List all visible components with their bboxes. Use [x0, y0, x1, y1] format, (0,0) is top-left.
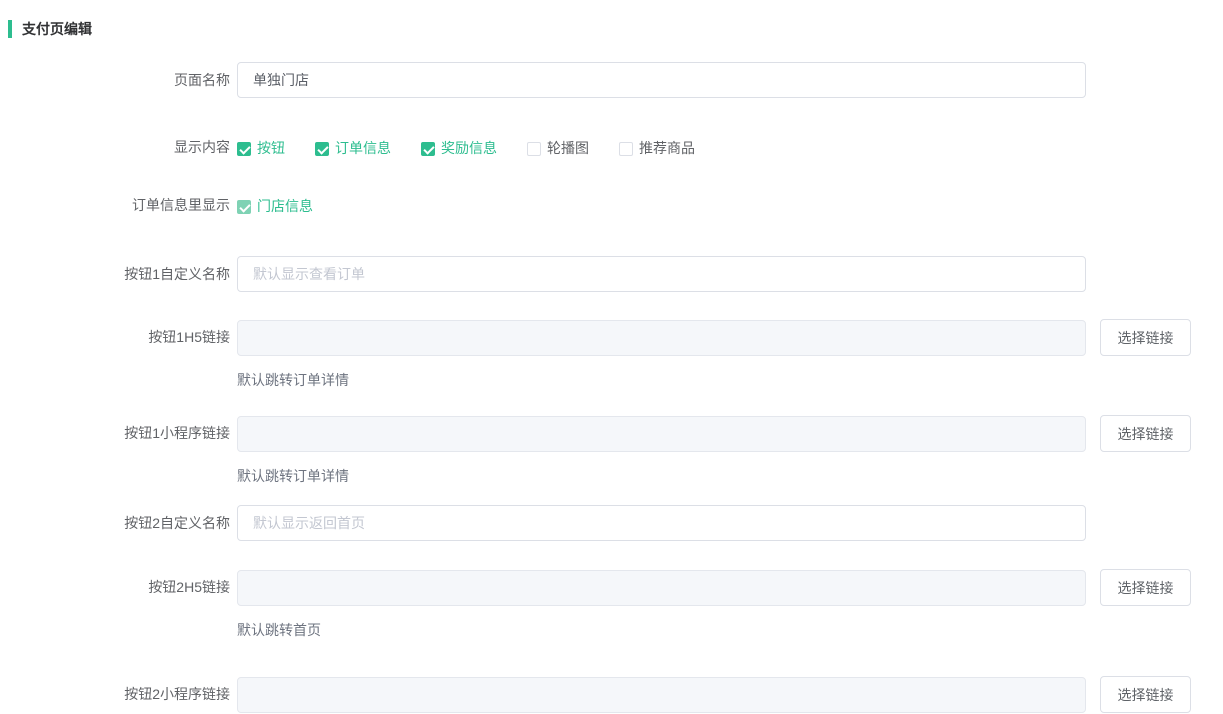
- btn1-mini-link-input: [237, 416, 1086, 452]
- btn2-mini-link-input: [237, 677, 1086, 713]
- form-row-page-name: 页面名称: [0, 62, 1223, 98]
- btn1-mini-link-field: 选择链接 默认跳转订单详情: [237, 415, 1191, 486]
- btn2-h5-link-input: [237, 570, 1086, 606]
- btn2-mini-link-label: 按钮2小程序链接: [0, 676, 230, 712]
- btn1-mini-link-label: 按钮1小程序链接: [0, 415, 230, 451]
- checkbox-icon: [237, 200, 251, 214]
- checkbox-icon: [315, 142, 329, 156]
- btn2-h5-link-helper: 默认跳转首页: [237, 620, 1191, 640]
- checkbox-recommended-products[interactable]: 推荐商品: [619, 139, 695, 158]
- checkbox-icon: [619, 142, 633, 156]
- btn1-mini-select-link-button[interactable]: 选择链接: [1100, 415, 1191, 452]
- payment-page-edit-form: 页面名称 显示内容 按钮 订单信息 奖励信息: [0, 62, 1223, 713]
- checkbox-button[interactable]: 按钮: [237, 139, 285, 158]
- checkbox-icon: [527, 142, 541, 156]
- btn2-mini-link-field: 选择链接: [237, 676, 1191, 713]
- btn2-custom-name-label: 按钮2自定义名称: [0, 505, 230, 541]
- checkbox-label: 奖励信息: [441, 139, 497, 158]
- btn2-mini-select-link-button[interactable]: 选择链接: [1100, 676, 1191, 713]
- order-info-display-checkbox-group: 门店信息: [237, 196, 313, 216]
- btn1-custom-name-input[interactable]: [237, 256, 1086, 292]
- checkbox-label: 按钮: [257, 139, 285, 158]
- page-name-label: 页面名称: [0, 62, 230, 98]
- form-row-btn2-custom-name: 按钮2自定义名称: [0, 505, 1223, 541]
- checkbox-label: 轮播图: [547, 139, 589, 158]
- form-row-btn1-mini-link: 按钮1小程序链接 选择链接 默认跳转订单详情: [0, 415, 1223, 486]
- checkbox-label: 推荐商品: [639, 139, 695, 158]
- order-info-display-label: 订单信息里显示: [0, 196, 230, 215]
- page-name-input[interactable]: [237, 62, 1086, 98]
- btn1-h5-select-link-button[interactable]: 选择链接: [1100, 319, 1191, 356]
- btn2-h5-link-field: 选择链接 默认跳转首页: [237, 569, 1191, 640]
- checkbox-order-info[interactable]: 订单信息: [315, 139, 391, 158]
- display-content-label: 显示内容: [0, 138, 230, 157]
- display-content-checkbox-group: 按钮 订单信息 奖励信息 轮播图 推荐商品: [237, 138, 695, 158]
- btn1-h5-link-input: [237, 320, 1086, 356]
- form-row-btn2-h5-link: 按钮2H5链接 选择链接 默认跳转首页: [0, 569, 1223, 640]
- btn1-h5-link-field: 选择链接 默认跳转订单详情: [237, 319, 1191, 390]
- btn2-h5-select-link-button[interactable]: 选择链接: [1100, 569, 1191, 606]
- checkbox-reward-info[interactable]: 奖励信息: [421, 139, 497, 158]
- form-row-display-content: 显示内容 按钮 订单信息 奖励信息 轮播图: [0, 138, 1223, 158]
- checkbox-carousel[interactable]: 轮播图: [527, 139, 589, 158]
- form-row-btn1-custom-name: 按钮1自定义名称: [0, 256, 1223, 292]
- btn1-mini-link-helper: 默认跳转订单详情: [237, 466, 1191, 486]
- btn1-h5-link-label: 按钮1H5链接: [0, 319, 230, 355]
- checkbox-icon: [421, 142, 435, 156]
- btn2-custom-name-input[interactable]: [237, 505, 1086, 541]
- checkbox-label: 订单信息: [335, 139, 391, 158]
- btn1-custom-name-label: 按钮1自定义名称: [0, 256, 230, 292]
- form-row-btn2-mini-link: 按钮2小程序链接 选择链接: [0, 676, 1223, 713]
- form-row-btn1-h5-link: 按钮1H5链接 选择链接 默认跳转订单详情: [0, 319, 1223, 390]
- checkbox-icon: [237, 142, 251, 156]
- checkbox-store-info[interactable]: 门店信息: [237, 197, 313, 216]
- form-row-order-info-display: 订单信息里显示 门店信息: [0, 196, 1223, 216]
- page-title: 支付页编辑: [8, 20, 1223, 38]
- checkbox-label: 门店信息: [257, 197, 313, 216]
- btn2-h5-link-label: 按钮2H5链接: [0, 569, 230, 605]
- btn1-h5-link-helper: 默认跳转订单详情: [237, 370, 1191, 390]
- payment-page-edit-panel: 支付页编辑 页面名称 显示内容 按钮 订单信息 奖励信息: [0, 20, 1223, 714]
